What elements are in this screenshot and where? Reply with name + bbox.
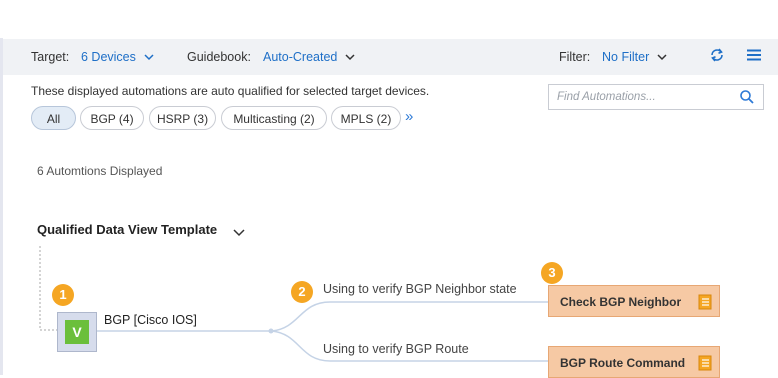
guidebook-dropdown[interactable]: Auto-Created — [263, 50, 355, 64]
chip-hsrp[interactable]: HSRP (3) — [149, 106, 216, 130]
chip-mpls[interactable]: MPLS (2) — [331, 106, 401, 130]
action-check-bgp-neighbor[interactable]: Check BGP Neighbor — [548, 285, 720, 317]
search-icon[interactable] — [739, 89, 755, 105]
hamburger-menu-icon[interactable] — [746, 47, 762, 68]
target-label: Target: — [31, 50, 70, 64]
toolbar: Target: 6 Devices Guidebook: Auto-Create… — [3, 39, 778, 75]
chevron-down-icon — [657, 54, 667, 61]
filter-value: No Filter — [602, 50, 650, 64]
target-dropdown[interactable]: 6 Devices — [81, 50, 154, 64]
step-badge-3: 3 — [541, 262, 563, 284]
data-view-node[interactable]: V — [57, 312, 97, 352]
runbook-icon[interactable] — [698, 294, 712, 310]
chip-bgp[interactable]: BGP (4) — [80, 106, 144, 130]
filter-dropdown[interactable]: No Filter — [602, 50, 667, 64]
description-text: These displayed automations are auto qua… — [31, 84, 430, 98]
action-label: Check BGP Neighbor — [560, 295, 682, 309]
displayed-count: 6 Automtions Displayed — [37, 164, 163, 178]
runbook-icon[interactable] — [698, 355, 712, 371]
chevron-down-icon — [345, 54, 355, 61]
chip-multicasting[interactable]: Multicasting (2) — [221, 106, 327, 130]
branch-label-neighbor: Using to verify BGP Neighbor state — [323, 282, 517, 296]
step-badge-2: 2 — [291, 281, 313, 303]
search-placeholder: Find Automations... — [557, 91, 656, 103]
guidebook-value: Auto-Created — [263, 50, 338, 64]
guidebook-label: Guidebook: — [187, 50, 251, 64]
branch-label-route: Using to verify BGP Route — [323, 342, 469, 356]
more-chips-button[interactable]: » — [405, 108, 413, 125]
chevron-down-icon — [144, 54, 154, 61]
section-title[interactable]: Qualified Data View Template — [37, 222, 217, 237]
node-label: BGP [Cisco IOS] — [104, 313, 197, 327]
action-label: BGP Route Command — [560, 356, 686, 370]
data-view-icon: V — [65, 320, 89, 344]
target-value: 6 Devices — [81, 50, 136, 64]
filter-label: Filter: — [559, 50, 591, 64]
left-border — [0, 38, 3, 375]
step-badge-1: 1 — [52, 284, 74, 306]
action-bgp-route-command[interactable]: BGP Route Command — [548, 346, 720, 378]
search-box[interactable]: Find Automations... — [548, 84, 764, 110]
chip-all[interactable]: All — [31, 106, 76, 130]
refresh-icon[interactable] — [709, 47, 725, 68]
chevron-down-icon[interactable] — [233, 229, 245, 237]
